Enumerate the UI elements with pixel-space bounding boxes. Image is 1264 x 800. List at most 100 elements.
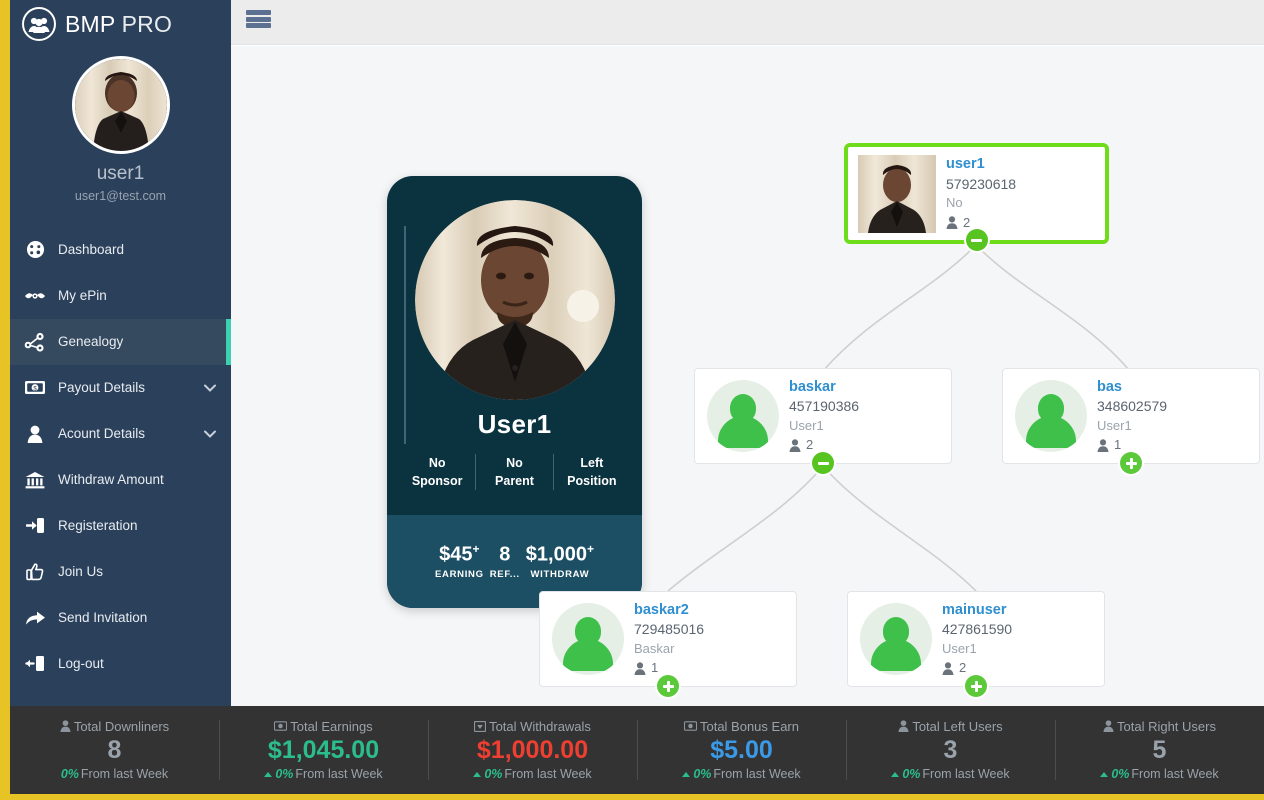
sidebar-item-log-out[interactable]: Log-out (10, 641, 231, 687)
card-stat-number: $1,000 (526, 544, 587, 566)
stat-title: Total Right Users (1103, 719, 1216, 734)
card-stat-label: REF... (490, 569, 520, 580)
sidebar-profile: user1 user1@test.com (10, 48, 231, 217)
node-photo-placeholder (707, 380, 779, 452)
chevron-down-icon[interactable] (203, 381, 217, 395)
person-icon (634, 662, 646, 675)
card-stat-sup: + (587, 542, 594, 556)
card-stat-withdraw: $1,000+ WITHDRAW (526, 543, 594, 580)
stat-sub-text: From last Week (295, 767, 382, 781)
stat-total-bonus-earn: Total Bonus Earn $5.00 0%From last Week (637, 706, 846, 794)
sidebar-item-dashboard[interactable]: Dashboard (10, 227, 231, 273)
sidebar-email: user1@test.com (10, 189, 231, 203)
tree-node-baskar2[interactable]: baskar2 729485016 Baskar 1 (539, 591, 797, 687)
stat-total-earnings: Total Earnings $1,045.00 0% From last We… (219, 706, 428, 794)
stat-title: Total Withdrawals (474, 719, 591, 734)
sidebar-item-acount-details[interactable]: Acount Details (10, 411, 231, 457)
sidebar: BMP PRO (10, 0, 231, 716)
sidebar-item-label: Acount Details (58, 426, 145, 441)
meta-line2: Sponsor (399, 472, 475, 490)
stat-title-text: Total Right Users (1117, 719, 1216, 734)
stat-value: $1,000.00 (477, 737, 588, 765)
sidebar-nav: Dashboard My ePin Ge (10, 227, 231, 687)
sidebar-item-payout-details[interactable]: $ Payout Details (10, 365, 231, 411)
tree-node-baskar[interactable]: baskar 457190386 User1 2 (694, 368, 952, 464)
node-username: mainuser (942, 601, 1012, 621)
hamburger-bar (246, 23, 271, 28)
trend-up-icon (264, 772, 272, 777)
plus-icon-vertical (975, 681, 978, 692)
node-user-id: 348602579 (1097, 397, 1167, 417)
stat-percent: 0% (484, 767, 502, 781)
node-photo-placeholder (1015, 380, 1087, 452)
user-profile-card: User1 No Sponsor No Parent Left Position (387, 176, 642, 608)
sidebar-item-label: My ePin (58, 288, 107, 303)
collapse-toggle-button[interactable] (812, 452, 834, 474)
card-stat-number: 8 (499, 544, 510, 566)
sidebar-item-my-epin[interactable]: My ePin (10, 273, 231, 319)
expand-toggle-button[interactable] (965, 675, 987, 697)
bank-icon (24, 469, 46, 491)
tree-node-bas[interactable]: bas 348602579 User1 1 (1002, 368, 1260, 464)
stat-sub: 0% From last Week (264, 767, 382, 781)
money-icon: $ (24, 377, 46, 399)
stat-total-withdrawals: Total Withdrawals $1,000.00 0%From last … (428, 706, 637, 794)
profile-card-meta: No Sponsor No Parent Left Position (387, 454, 642, 490)
node-count-value: 2 (963, 214, 970, 232)
stat-sub-text: From last Week (81, 767, 168, 781)
expand-toggle-button[interactable] (1120, 452, 1142, 474)
person-icon (789, 439, 801, 452)
node-parent: No (946, 194, 1016, 212)
node-info: baskar2 729485016 Baskar 1 (634, 601, 704, 678)
tree-node-root[interactable]: user1 579230618 No 2 (844, 143, 1109, 244)
person-icon (1097, 439, 1109, 452)
placeholder-body (718, 416, 768, 448)
meta-line2: Parent (476, 472, 552, 490)
chevron-down-icon[interactable] (203, 427, 217, 441)
plus-icon-vertical (667, 681, 670, 692)
stat-title-text: Total Bonus Earn (700, 719, 799, 734)
card-stat-number: $45 (439, 544, 472, 566)
stat-percent: 0% (61, 767, 79, 781)
node-parent: User1 (942, 640, 1012, 658)
person-icon (60, 720, 71, 732)
person-icon (898, 720, 909, 732)
users-group-icon (22, 7, 56, 41)
placeholder-body (563, 639, 613, 671)
down-box-icon (474, 721, 486, 732)
card-accent-line (404, 226, 406, 444)
card-stat-label: WITHDRAW (526, 569, 594, 580)
stat-sub-text: From last Week (504, 767, 591, 781)
card-stat-ref: 8 REF... (490, 543, 520, 580)
node-info: baskar 457190386 User1 2 (789, 378, 859, 455)
brand-name-thin: PRO (122, 11, 172, 37)
stat-value: 8 (108, 737, 122, 765)
avatar[interactable] (72, 56, 170, 154)
node-username: bas (1097, 378, 1167, 398)
sidebar-item-registeration[interactable]: Registeration (10, 503, 231, 549)
stat-title: Total Left Users (898, 719, 1002, 734)
stat-sub-text: From last Week (922, 767, 1009, 781)
sidebar-item-genealogy[interactable]: Genealogy (10, 319, 231, 365)
placeholder-body (1026, 416, 1076, 448)
card-stat-value: 8 (490, 543, 520, 566)
summary-stats-bar: Total Downliners 8 0% From last Week Tot… (10, 706, 1264, 794)
hamburger-icon[interactable] (246, 8, 271, 30)
brand-logo-area[interactable]: BMP PRO (10, 0, 231, 48)
node-count-value: 2 (959, 659, 966, 677)
collapse-toggle-button[interactable] (966, 229, 988, 251)
sidebar-item-label: Genealogy (58, 334, 123, 349)
stat-percent: 0% (275, 767, 293, 781)
stat-value: 3 (944, 737, 958, 765)
sidebar-item-send-invitation[interactable]: Send Invitation (10, 595, 231, 641)
stat-sub: 0% From last Week (61, 767, 168, 781)
trend-up-icon (682, 772, 690, 777)
person-placeholder-icon (860, 603, 932, 675)
expand-toggle-button[interactable] (657, 675, 679, 697)
card-stat-value: $45+ (435, 543, 484, 566)
tree-node-mainuser[interactable]: mainuser 427861590 User1 2 (847, 591, 1105, 687)
sidebar-item-join-us[interactable]: Join Us (10, 549, 231, 595)
sidebar-item-withdraw-amount[interactable]: Withdraw Amount (10, 457, 231, 503)
card-stat-earning: $45+ EARNING (435, 543, 484, 580)
node-parent: Baskar (634, 640, 704, 658)
